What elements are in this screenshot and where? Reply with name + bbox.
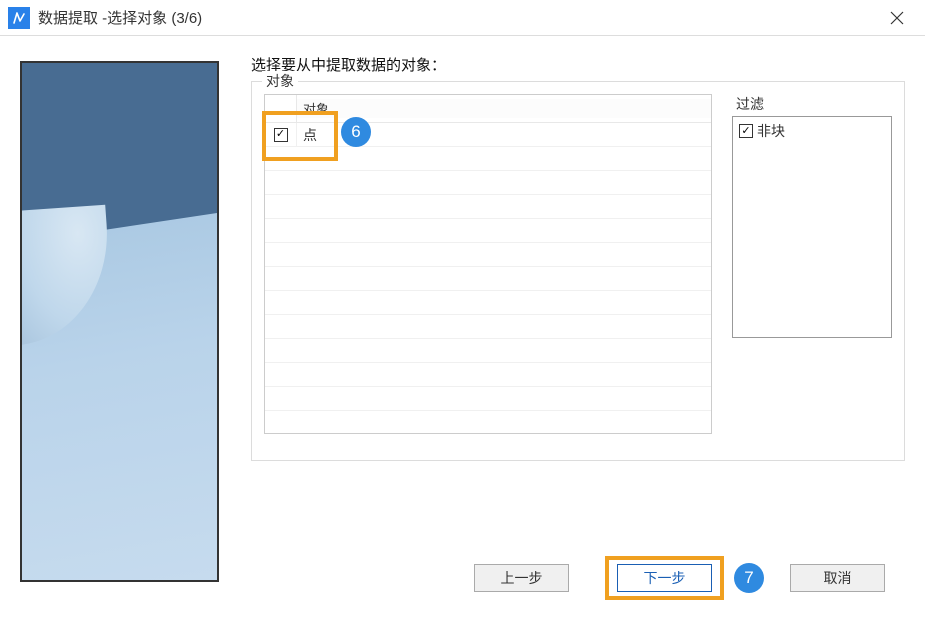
- cancel-button[interactable]: 取消: [790, 564, 885, 592]
- wizard-preview-image: [20, 61, 219, 582]
- object-list[interactable]: 对象 点: [264, 94, 712, 434]
- app-icon: [8, 7, 30, 29]
- object-label: 点: [297, 125, 711, 145]
- content-area: 选择要从中提取数据的对象： 对象 对象 点: [0, 36, 925, 582]
- object-groupbox: 对象 对象 点: [251, 81, 905, 461]
- object-column-header: 对象: [297, 99, 711, 118]
- wizard-button-row: 上一步 下一步 7 取消: [474, 556, 885, 600]
- filter-checkbox[interactable]: [739, 124, 753, 138]
- main-area: 选择要从中提取数据的对象： 对象 对象 点: [215, 36, 925, 582]
- filter-list[interactable]: 非块: [732, 116, 892, 338]
- filter-item-label: 非块: [757, 121, 785, 141]
- next-button[interactable]: 下一步: [617, 564, 712, 592]
- groupbox-label: 对象: [262, 71, 298, 91]
- annotation-badge-7: 7: [734, 563, 764, 593]
- object-row[interactable]: 点: [265, 123, 711, 147]
- instruction-text: 选择要从中提取数据的对象：: [251, 54, 905, 75]
- window-title: 数据提取 -选择对象 (3/6): [38, 7, 877, 28]
- titlebar: 数据提取 -选择对象 (3/6): [0, 0, 925, 36]
- object-list-header: 对象: [265, 95, 711, 123]
- object-checkbox[interactable]: [274, 128, 288, 142]
- prev-button[interactable]: 上一步: [474, 564, 569, 592]
- preview-pane: [0, 36, 215, 582]
- filter-box: 过滤 非块: [732, 94, 892, 334]
- filter-label: 过滤: [732, 94, 892, 114]
- close-button[interactable]: [877, 0, 917, 36]
- filter-item[interactable]: 非块: [739, 121, 885, 141]
